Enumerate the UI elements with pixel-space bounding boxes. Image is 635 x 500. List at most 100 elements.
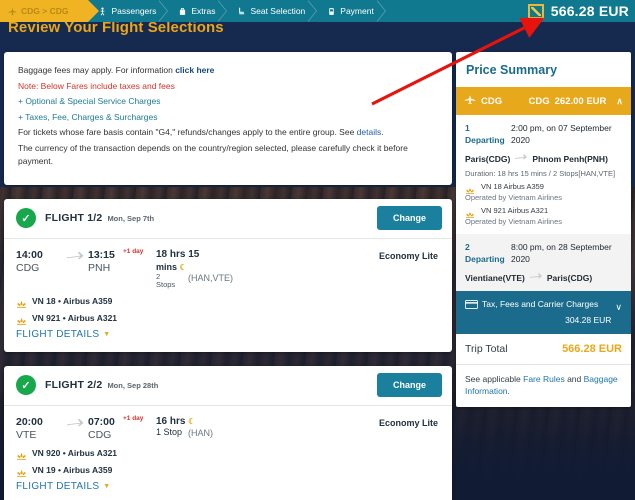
details-link[interactable]: details. (357, 127, 384, 137)
segment-1-year: 2020 (511, 135, 530, 145)
segment-1-head: 1 2:00 pm, on 07 September (465, 122, 622, 134)
price-summary-segment-2: 2 8:00 pm, on 28 September Departing 202… (456, 234, 631, 291)
checkout-breadcrumb: CDG > CDG Passengers Extras Seat Selecti… (0, 0, 635, 22)
segment-1-origin: Paris(CDG) (465, 153, 511, 164)
fare-rules-link[interactable]: Fare Rules (523, 374, 565, 384)
vietnam-airlines-lotus-icon (16, 296, 27, 308)
tax-fees-text: Tax, Fees and Carrier Charges 304.28 EUR (465, 298, 611, 327)
segment-1-leg-2: VN 921 Airbus A321 (465, 206, 622, 218)
flight-2-arrive-code: CDG (88, 428, 112, 441)
flight-1-duration-block: 18 hrs 15 mins ☾ 2 Stops (HAN,VTE) (156, 249, 316, 289)
route-plane-icon (62, 416, 88, 432)
flight-2-departure: 20:00 VTE (16, 416, 62, 441)
breadcrumb-label-extras: Extras (191, 6, 216, 16)
flight-card-2-body: Economy Lite 20:00 VTE 07:00 +1 day CDG (4, 406, 452, 500)
bag-icon (178, 6, 187, 17)
route-plane-icon (514, 153, 528, 164)
flight-2-plus-day: +1 day (123, 414, 144, 422)
header-total-group: 566.28 EUR (527, 0, 635, 22)
flight-1-depart-time: 14:00 (16, 248, 43, 261)
left-column: Baggage fees may apply. For information … (4, 52, 452, 500)
change-flight-2-button[interactable]: Change (376, 373, 442, 397)
header-total-price: 566.28 EUR (550, 3, 629, 19)
flight-2-stops-codes: (HAN) (188, 427, 214, 438)
flight-2-segment-1-text: VN 920 • Airbus A321 (32, 447, 118, 458)
segment-1-head-2: Departing 2020 (465, 134, 622, 146)
seat-icon (237, 6, 246, 17)
vietnam-airlines-lotus-icon (465, 206, 476, 218)
segment-1-departing-label: Departing (465, 135, 505, 145)
night-moon-icon: ☾ (179, 262, 187, 272)
flight-2-arrival: 07:00 +1 day CDG (88, 414, 152, 441)
flight-2-details-toggle[interactable]: FLIGHT DETAILS ▼ (16, 481, 111, 492)
footer-mid-text: and (564, 374, 584, 384)
segment-1-leg-1: VN 18 Airbus A359 (465, 182, 622, 194)
flight-1-segment-1: VN 18 • Airbus A359 (16, 295, 440, 308)
chevron-down-icon: ▼ (103, 482, 111, 490)
segment-2-origin: Vientiane(VTE) (465, 272, 525, 283)
baggage-notice-card: Baggage fees may apply. For information … (4, 52, 452, 185)
segment-1-destination: Phnom Penh(PNH) (532, 153, 608, 164)
breadcrumb-step-passengers[interactable]: Passengers (88, 0, 169, 22)
tax-fees-label: Tax, Fees and Carrier Charges (482, 299, 599, 309)
breadcrumb-label-payment: Payment (340, 6, 374, 16)
segment-2-route: Vientiane(VTE) Paris(CDG) (465, 272, 622, 283)
route-plane-icon (62, 249, 88, 265)
footer-post-text: . (507, 386, 510, 396)
flight-2-segment-1: VN 920 • Airbus A321 (16, 447, 440, 460)
segment-1-leg-1-flight: VN 18 Airbus A359 (481, 182, 544, 191)
chevron-down-icon: ▼ (103, 330, 111, 338)
breadcrumb-step-extras[interactable]: Extras (168, 0, 228, 22)
flight-1-depart-code: CDG (16, 261, 40, 274)
flight-1-duration-line1: 18 hrs 15 (156, 248, 200, 260)
check-icon: ✓ (16, 375, 36, 395)
notice-line-1: Baggage fees may apply. For information … (18, 65, 215, 75)
route-plane-icon (529, 272, 543, 283)
trip-total-row: Trip Total 566.28 EUR (456, 334, 631, 365)
breadcrumb-label-passengers: Passengers (111, 6, 157, 16)
notice-line-5: For tickets whose fare basis contain "G4… (18, 127, 384, 137)
footer-pre-text: See applicable (465, 374, 524, 384)
segment-2-datetime: 8:00 pm, on 28 September (511, 242, 612, 252)
breadcrumb-step-route[interactable]: CDG > CDG (0, 0, 100, 22)
flight-2-duration-block: 16 hrs ☾ 1 Stop (HAN) (156, 416, 316, 438)
flight-1-segment-2-text: VN 921 • Airbus A321 (32, 312, 118, 323)
flight-card-1-leg-row: 14:00 CDG 13:15 +1 day PNH 18 hrs 15 min… (16, 248, 440, 289)
flight-1-segment-1-text: VN 18 • Airbus A359 (32, 295, 113, 306)
flight-1-arrive-code: PNH (88, 261, 111, 274)
chevron-down-icon: ∨ (615, 302, 622, 312)
chevron-up-icon: ∧ (616, 95, 623, 106)
segment-1-duration: Duration: 18 hrs 15 mins / 2 Stops[HAN,V… (465, 169, 616, 178)
flight-card-2-header: ✓ FLIGHT 2/2 Mon, Sep 28th Change (4, 366, 452, 406)
notice-line-6: The currency of the transaction depends … (18, 142, 408, 167)
notice-line-4: + Taxes, Fee, Charges & Surcharges (18, 111, 158, 122)
flight-2-depart-code: VTE (16, 428, 37, 441)
price-summary-title: Price Summary (466, 63, 558, 77)
fare-bar-amount: 262.00 EUR (554, 95, 607, 107)
flight-card-1-header: ✓ FLIGHT 1/2 Mon, Sep 7th Change (4, 199, 452, 239)
flight-card-1-date: Mon, Sep 7th (107, 213, 155, 223)
fare-bar-toggle[interactable]: CDG CDG 262.00 EUR ∧ (456, 87, 631, 115)
flight-card-1-cabin: Economy Lite (378, 250, 438, 261)
flight-card-2-leg-row: 20:00 VTE 07:00 +1 day CDG 16 hrs ☾ 1 St… (16, 414, 440, 441)
fare-bar-from: CDG (481, 95, 503, 107)
flight-1-stops-codes: (HAN,VTE) (188, 272, 233, 283)
tax-fees-toggle[interactable]: Tax, Fees and Carrier Charges 304.28 EUR… (456, 291, 631, 334)
vietnam-airlines-lotus-icon (465, 182, 476, 194)
segment-2-head-2: Departing 2020 (465, 253, 622, 265)
flight-2-segment-2: VN 19 • Airbus A359 (16, 465, 440, 477)
segment-2-destination: Paris(CDG) (546, 272, 593, 283)
flight-1-departure: 14:00 CDG (16, 249, 62, 274)
change-flight-1-button[interactable]: Change (376, 206, 442, 230)
fare-bar-to: CDG (528, 95, 550, 107)
flight-review-page: Review Your Flight Selections CDG > CDG … (0, 0, 635, 500)
breadcrumb-step-payment[interactable]: Payment (317, 0, 386, 22)
flight-1-details-toggle[interactable]: FLIGHT DETAILS ▼ (16, 329, 111, 340)
click-here-link[interactable]: click here (175, 65, 214, 75)
breadcrumb-label-route: CDG > CDG (21, 6, 69, 16)
segment-2-head: 2 8:00 pm, on 28 September (465, 241, 622, 253)
segment-1-leg-2-flight: VN 921 Airbus A321 (481, 206, 549, 215)
breadcrumb-step-seat-selection[interactable]: Seat Selection (227, 0, 318, 22)
segment-1-leg-2-operator: Operated by Vietnam Airlines (465, 217, 562, 226)
price-summary-footer: See applicable Fare Rules and Baggage In… (456, 365, 631, 407)
